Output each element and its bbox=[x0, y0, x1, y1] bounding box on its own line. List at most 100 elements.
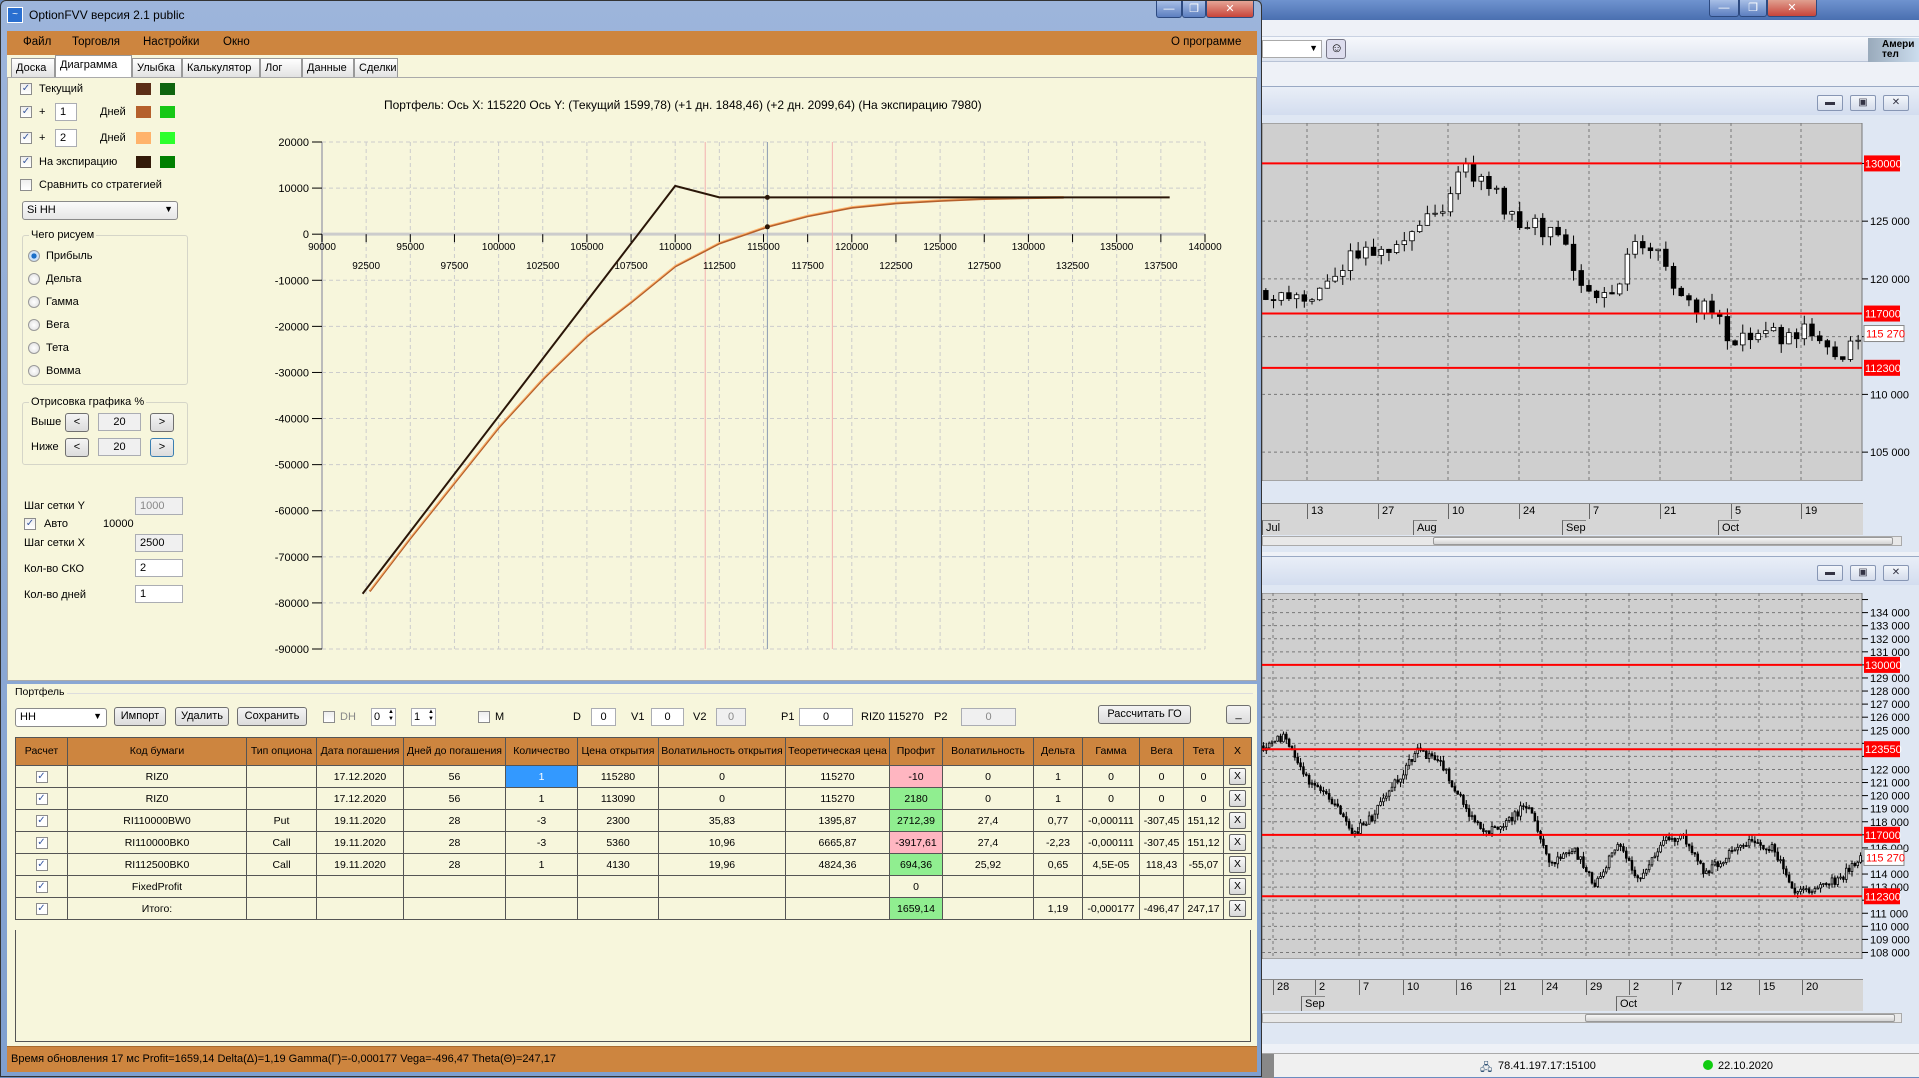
column-header[interactable]: Дельта bbox=[1033, 737, 1083, 766]
check-cell[interactable]: ✓ bbox=[15, 787, 68, 810]
plus2-color2-swatch[interactable] bbox=[160, 132, 175, 144]
p1-input[interactable]: 0 bbox=[799, 708, 853, 726]
check-cell[interactable]: ✓ bbox=[15, 853, 68, 876]
horizontal-scrollbar[interactable] bbox=[1262, 1013, 1902, 1023]
qty-cell[interactable]: -3 bbox=[505, 831, 578, 854]
qty-cell[interactable]: 1 bbox=[505, 853, 578, 876]
remove-row-button[interactable]: X bbox=[1229, 812, 1246, 829]
plus2-curve-checkbox[interactable]: ✓ bbox=[20, 132, 32, 144]
remove-row-button[interactable]: X bbox=[1229, 790, 1246, 807]
row-checkbox[interactable]: ✓ bbox=[35, 859, 48, 871]
sko-input[interactable]: 2 bbox=[135, 559, 183, 577]
x-cell[interactable]: X bbox=[1223, 853, 1252, 876]
spin1-input[interactable]: 0 ▲ ▼ bbox=[371, 708, 396, 726]
import-button[interactable]: Импорт bbox=[114, 707, 166, 726]
column-header[interactable]: Тип опциона bbox=[246, 737, 317, 766]
current-color2-swatch[interactable] bbox=[160, 83, 175, 95]
bg-minimize-button[interactable]: — bbox=[1709, 0, 1739, 17]
table-row[interactable]: ✓ Итого: 1659,14 1,19 -0,000177 -496,47 247,17… bbox=[15, 897, 1252, 920]
check-cell[interactable]: ✓ bbox=[15, 897, 68, 920]
column-header[interactable]: Код бумаги bbox=[67, 737, 247, 766]
spinner-arrows-icon[interactable]: ▲ ▼ bbox=[428, 709, 434, 723]
radio-2[interactable] bbox=[28, 296, 40, 308]
p2-input[interactable]: 0 bbox=[961, 708, 1016, 726]
x-cell[interactable]: X bbox=[1223, 809, 1252, 832]
days-count-input[interactable]: 1 bbox=[135, 585, 183, 603]
x-cell[interactable]: X bbox=[1223, 765, 1252, 788]
current-curve-checkbox[interactable]: ✓ bbox=[20, 83, 32, 95]
above-percent-input[interactable]: 20 bbox=[98, 413, 141, 431]
horizontal-scrollbar[interactable] bbox=[1262, 536, 1902, 546]
x-cell[interactable]: X bbox=[1223, 787, 1252, 810]
row-checkbox[interactable]: ✓ bbox=[35, 903, 48, 915]
column-header[interactable]: Цена открытия bbox=[577, 737, 659, 766]
row-checkbox[interactable]: ✓ bbox=[35, 771, 48, 783]
column-header[interactable]: Профит bbox=[889, 737, 943, 766]
check-cell[interactable]: ✓ bbox=[15, 809, 68, 832]
spin2-input[interactable]: 1 ▲ ▼ bbox=[411, 708, 436, 726]
column-header[interactable]: X bbox=[1223, 737, 1252, 766]
auto-grid-checkbox[interactable]: ✓ bbox=[24, 518, 36, 530]
column-header[interactable]: Гамма bbox=[1082, 737, 1140, 766]
bg-close-button[interactable]: ✕ bbox=[1767, 0, 1817, 17]
radio-0[interactable] bbox=[28, 250, 40, 262]
menu-settings[interactable]: Настройки bbox=[143, 36, 199, 48]
radio-1[interactable] bbox=[28, 273, 40, 285]
table-row[interactable]: ✓ RI110000BK0 Call 19.11.2020 28 -3 5360 10,96 6… bbox=[15, 831, 1252, 854]
radio-3[interactable] bbox=[28, 319, 40, 331]
remove-row-button[interactable]: X bbox=[1229, 834, 1246, 851]
current-color-swatch[interactable] bbox=[136, 83, 151, 95]
close-button[interactable]: ✕ bbox=[1206, 1, 1254, 18]
expiration-curve-checkbox[interactable]: ✓ bbox=[20, 156, 32, 168]
below-increase-button[interactable]: > bbox=[150, 438, 174, 457]
column-header[interactable]: Теоретическая цена bbox=[785, 737, 890, 766]
remove-row-button[interactable]: X bbox=[1229, 878, 1246, 895]
table-row[interactable]: ✓ RI112500BK0 Call 19.11.2020 28 1 4130 19,96 48… bbox=[15, 853, 1252, 876]
candlestick-chart-hourly[interactable]: 134 000133 000132 000131 000129 000128 0… bbox=[1262, 593, 1919, 959]
dh-checkbox[interactable] bbox=[323, 711, 335, 723]
column-header[interactable]: Дата погашения bbox=[316, 737, 404, 766]
tab-smile[interactable]: Улыбка bbox=[132, 58, 182, 77]
qty-cell[interactable] bbox=[505, 897, 578, 920]
row-checkbox[interactable]: ✓ bbox=[35, 837, 48, 849]
check-cell[interactable]: ✓ bbox=[15, 765, 68, 788]
close-icon[interactable]: ✕ bbox=[1883, 565, 1909, 581]
tab-log[interactable]: Лог bbox=[260, 58, 302, 77]
remove-row-button[interactable]: X bbox=[1229, 768, 1246, 785]
plus2-days-input[interactable]: 2 bbox=[55, 129, 77, 147]
column-header[interactable]: Количество bbox=[505, 737, 578, 766]
bg-maximize-button[interactable]: ❐ bbox=[1739, 0, 1767, 17]
above-decrease-button[interactable]: < bbox=[65, 413, 89, 432]
above-increase-button[interactable]: > bbox=[150, 413, 174, 432]
close-icon[interactable]: ✕ bbox=[1883, 95, 1909, 111]
table-row[interactable]: ✓ FixedProfit 0 X bbox=[15, 875, 1252, 898]
m-checkbox[interactable] bbox=[478, 711, 490, 723]
row-checkbox[interactable]: ✓ bbox=[35, 793, 48, 805]
plus2-color-swatch[interactable] bbox=[136, 132, 151, 144]
column-header[interactable]: Вега bbox=[1139, 737, 1184, 766]
minimize-button[interactable]: — bbox=[1156, 1, 1182, 18]
delete-button[interactable]: Удалить bbox=[175, 707, 229, 726]
spinner-arrows-icon[interactable]: ▲ ▼ bbox=[388, 709, 394, 723]
below-decrease-button[interactable]: < bbox=[65, 438, 89, 457]
v2-input[interactable]: 0 bbox=[716, 708, 746, 726]
grid-y-input[interactable]: 1000 bbox=[135, 497, 183, 515]
radio-5[interactable] bbox=[28, 365, 40, 377]
row-checkbox[interactable]: ✓ bbox=[35, 881, 48, 893]
scrollbar-thumb[interactable] bbox=[1585, 1014, 1895, 1022]
expiration-color-swatch[interactable] bbox=[136, 156, 151, 168]
restore-icon[interactable]: ▣ bbox=[1850, 565, 1876, 581]
tab-diagram[interactable]: Диаграмма bbox=[55, 55, 132, 77]
column-header[interactable]: Расчет bbox=[15, 737, 68, 766]
user-icon[interactable]: ☺ bbox=[1326, 39, 1346, 59]
minimize-icon[interactable]: ▬ bbox=[1817, 565, 1843, 581]
column-header[interactable]: Дней до погашения bbox=[403, 737, 506, 766]
row-checkbox[interactable]: ✓ bbox=[35, 815, 48, 827]
save-button[interactable]: Сохранить bbox=[237, 707, 307, 726]
news-banner[interactable]: Амери тел bbox=[1868, 38, 1919, 62]
menu-about[interactable]: О программе bbox=[1171, 36, 1241, 48]
payoff-chart[interactable]: 20000100000-10000-20000-30000-40000-5000… bbox=[252, 122, 1252, 667]
candlestick-chart-daily[interactable]: 125 000 120 000 110 000 105 000 130000 117000… bbox=[1262, 123, 1919, 481]
table-row[interactable]: ✓ RI110000BW0 Put 19.11.2020 28 -3 2300 35,83 13… bbox=[15, 809, 1252, 832]
plus1-color-swatch[interactable] bbox=[136, 106, 151, 118]
